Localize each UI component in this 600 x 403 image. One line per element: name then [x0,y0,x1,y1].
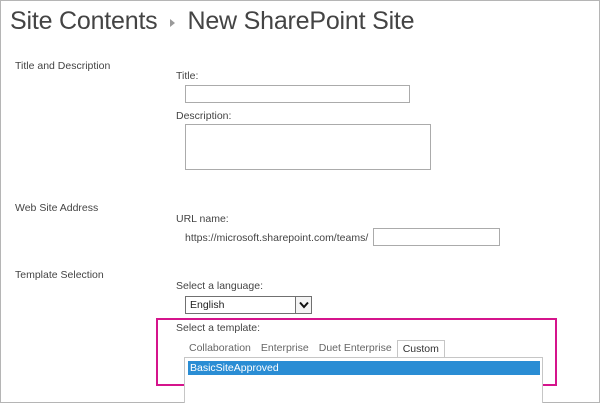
language-selected-value: English [190,299,225,311]
tab-collaboration[interactable]: Collaboration [184,339,256,358]
title-input[interactable] [185,85,410,103]
url-prefix: https://microsoft.sharepoint.com/teams/ [185,232,369,244]
breadcrumb-separator-icon [169,18,175,27]
template-list[interactable]: BasicSiteApproved [184,357,543,403]
url-name-input[interactable] [373,228,500,246]
description-textarea[interactable] [185,124,431,170]
template-tabs: Collaboration Enterprise Duet Enterprise… [184,339,445,359]
description-label: Description: [176,110,232,122]
language-select[interactable]: English [185,296,312,314]
section-label-template-selection: Template Selection [15,269,104,281]
tab-enterprise[interactable]: Enterprise [256,339,314,358]
section-label-web-address: Web Site Address [15,202,99,214]
template-label: Select a template: [176,322,261,334]
tab-duet-enterprise[interactable]: Duet Enterprise [314,339,397,358]
page-title: New SharePoint Site [187,6,415,35]
title-label: Title: [176,70,199,82]
page-header: Site Contents New SharePoint Site [10,4,415,38]
section-label-title-description: Title and Description [15,60,111,72]
list-item[interactable]: BasicSiteApproved [188,361,540,375]
chevron-down-icon[interactable] [295,297,311,313]
url-name-label: URL name: [176,213,229,225]
breadcrumb-site-contents[interactable]: Site Contents [10,7,158,36]
language-label: Select a language: [176,280,263,292]
